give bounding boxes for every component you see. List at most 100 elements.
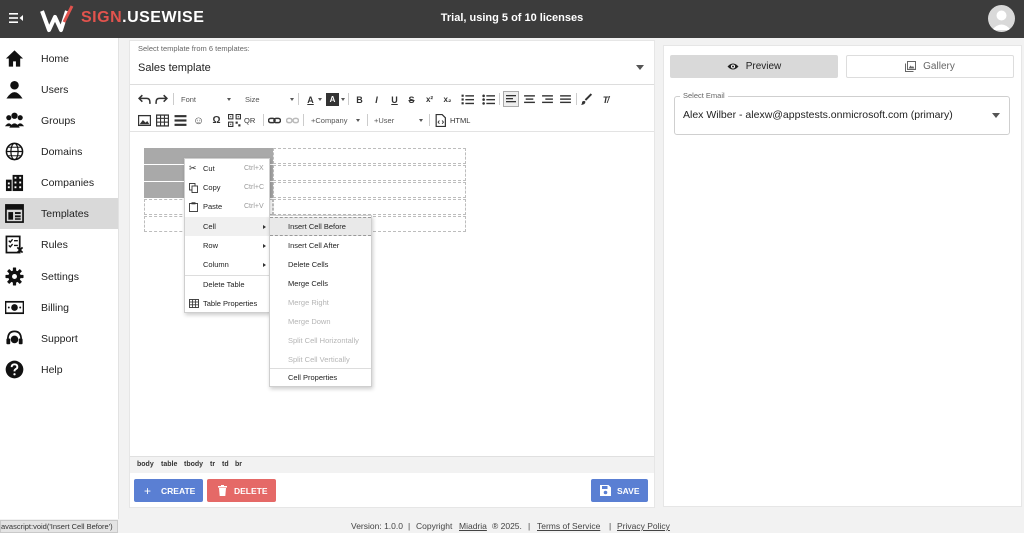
strikethrough-icon[interactable]: S bbox=[405, 93, 418, 106]
context-menu: ✂ Cut Ctrl+X Copy Ctrl+C Paste Ctrl+V Ce… bbox=[184, 158, 270, 313]
context-menu-table-properties[interactable]: Table Properties bbox=[185, 294, 269, 313]
path-item[interactable]: tbody bbox=[184, 461, 203, 468]
table-cell[interactable] bbox=[273, 148, 466, 164]
toolbar-separator bbox=[298, 93, 299, 105]
table-cell[interactable] bbox=[273, 182, 466, 198]
context-menu-delete-table[interactable]: Delete Table bbox=[185, 275, 269, 294]
undo-icon[interactable] bbox=[138, 93, 151, 106]
sidebar-item-home[interactable]: Home bbox=[0, 43, 118, 74]
sidebar-item-rules[interactable]: Rules bbox=[0, 229, 118, 260]
submenu-insert-cell-after[interactable]: Insert Cell After bbox=[270, 236, 371, 255]
image-icon[interactable] bbox=[138, 114, 151, 127]
sidebar-item-domains[interactable]: Domains bbox=[0, 136, 118, 167]
tab-preview[interactable]: Preview bbox=[670, 55, 838, 78]
sidebar-item-users[interactable]: Users bbox=[0, 74, 118, 105]
align-right-icon[interactable] bbox=[541, 93, 554, 106]
qr-code-icon[interactable] bbox=[228, 114, 241, 127]
tab-gallery-label: Gallery bbox=[923, 61, 955, 72]
submenu-delete-cells[interactable]: Delete Cells bbox=[270, 255, 371, 274]
context-menu-label: Cut bbox=[203, 164, 215, 173]
context-menu-label: Row bbox=[203, 241, 219, 250]
link-icon[interactable] bbox=[268, 114, 281, 127]
bullet-list-icon[interactable] bbox=[482, 93, 495, 106]
cell-submenu: Insert Cell Before Insert Cell After Del… bbox=[269, 215, 372, 387]
footer-privacy-link[interactable]: Privacy Policy bbox=[617, 521, 670, 531]
footer-copyright-year: ® 2025. bbox=[492, 521, 522, 531]
horizontal-line-icon[interactable] bbox=[174, 114, 187, 127]
redo-icon[interactable] bbox=[155, 93, 168, 106]
align-left-icon[interactable] bbox=[503, 91, 519, 107]
company-select[interactable]: +Company bbox=[311, 116, 347, 125]
submenu-split-vertically[interactable]: Split Cell Vertically bbox=[270, 350, 371, 369]
gear-icon bbox=[5, 267, 24, 286]
path-item[interactable]: tr bbox=[210, 461, 215, 468]
size-select[interactable]: Size bbox=[245, 95, 260, 104]
context-menu-cell[interactable]: Cell bbox=[185, 217, 269, 236]
sidebar-item-companies[interactable]: Companies bbox=[0, 167, 118, 198]
background-color-icon[interactable]: A bbox=[326, 93, 339, 106]
numbered-list-icon[interactable] bbox=[461, 93, 474, 106]
html-label[interactable]: HTML bbox=[450, 116, 470, 125]
tab-gallery[interactable]: Gallery bbox=[846, 55, 1014, 78]
sidebar-item-templates[interactable]: Templates bbox=[0, 198, 118, 229]
submenu-merge-right[interactable]: Merge Right bbox=[270, 293, 371, 312]
table-icon[interactable] bbox=[156, 114, 169, 127]
save-button[interactable]: SAVE bbox=[591, 479, 648, 502]
special-character-icon[interactable]: Ω bbox=[210, 114, 223, 127]
sidebar-item-settings[interactable]: Settings bbox=[0, 261, 118, 292]
avatar[interactable] bbox=[988, 5, 1015, 32]
user-select[interactable]: +User bbox=[374, 116, 394, 125]
text-color-icon[interactable]: A bbox=[304, 93, 317, 106]
submenu-cell-properties[interactable]: Cell Properties bbox=[270, 368, 371, 387]
subscript-icon[interactable]: x₂ bbox=[441, 93, 454, 106]
delete-button[interactable]: DELETE bbox=[207, 479, 276, 502]
path-item[interactable]: td bbox=[222, 461, 229, 468]
sidebar-item-support[interactable]: Support bbox=[0, 323, 118, 354]
toolbar-separator bbox=[576, 93, 577, 105]
source-code-icon[interactable] bbox=[434, 114, 447, 127]
context-menu-paste[interactable]: Paste Ctrl+V bbox=[185, 197, 269, 216]
clear-format-icon[interactable]: T̸ bbox=[599, 93, 612, 106]
sidebar-item-groups[interactable]: Groups bbox=[0, 105, 118, 136]
path-item[interactable]: body bbox=[137, 461, 154, 468]
table-cell[interactable] bbox=[273, 165, 466, 181]
paint-brush-icon[interactable] bbox=[580, 93, 593, 106]
sidebar-item-label: Billing bbox=[41, 301, 70, 314]
sidebar-item-label: Templates bbox=[41, 207, 89, 220]
element-path-bar: body table tbody tr td br bbox=[130, 456, 654, 473]
font-select[interactable]: Font bbox=[181, 95, 196, 104]
underline-icon[interactable]: U bbox=[388, 93, 401, 106]
context-menu-column[interactable]: Column bbox=[185, 255, 269, 274]
email-select-label: Select Email bbox=[680, 91, 728, 100]
italic-icon[interactable]: I bbox=[370, 93, 383, 106]
align-center-icon[interactable] bbox=[523, 93, 536, 106]
context-menu-copy[interactable]: Copy Ctrl+C bbox=[185, 178, 269, 197]
sidebar-item-billing[interactable]: Billing bbox=[0, 292, 118, 323]
emoticon-icon[interactable]: ☺ bbox=[192, 114, 205, 127]
chevron-down-icon bbox=[341, 98, 345, 101]
path-item[interactable]: table bbox=[161, 461, 177, 468]
unlink-icon[interactable] bbox=[286, 114, 299, 127]
footer-version: Version: 1.0.0 bbox=[351, 521, 403, 531]
context-menu-row[interactable]: Row bbox=[185, 236, 269, 255]
submenu-merge-cells[interactable]: Merge Cells bbox=[270, 274, 371, 293]
submenu-split-horizontally[interactable]: Split Cell Horizontally bbox=[270, 331, 371, 350]
context-menu-label: Table Properties bbox=[203, 299, 258, 308]
superscript-icon[interactable]: x² bbox=[423, 93, 436, 106]
create-button[interactable]: + CREATE bbox=[134, 479, 203, 502]
context-menu-cut[interactable]: ✂ Cut Ctrl+X bbox=[185, 159, 269, 178]
sidebar-item-label: Companies bbox=[41, 176, 95, 189]
path-item[interactable]: br bbox=[235, 461, 242, 468]
submenu-merge-down[interactable]: Merge Down bbox=[270, 312, 371, 331]
sidebar-item-label: Rules bbox=[41, 238, 68, 251]
footer-copyright: Copyright bbox=[416, 521, 453, 531]
footer-company-link[interactable]: Miadria bbox=[459, 521, 487, 531]
align-justify-icon[interactable] bbox=[559, 93, 572, 106]
submenu-insert-cell-before[interactable]: Insert Cell Before bbox=[270, 217, 371, 236]
qr-label[interactable]: QR bbox=[244, 116, 255, 125]
bold-icon[interactable]: B bbox=[353, 93, 366, 106]
sidebar-item-help[interactable]: Help bbox=[0, 354, 118, 385]
table-cell[interactable] bbox=[273, 199, 466, 215]
footer-terms-link[interactable]: Terms of Service bbox=[537, 521, 600, 531]
toolbar-separator bbox=[173, 93, 174, 105]
